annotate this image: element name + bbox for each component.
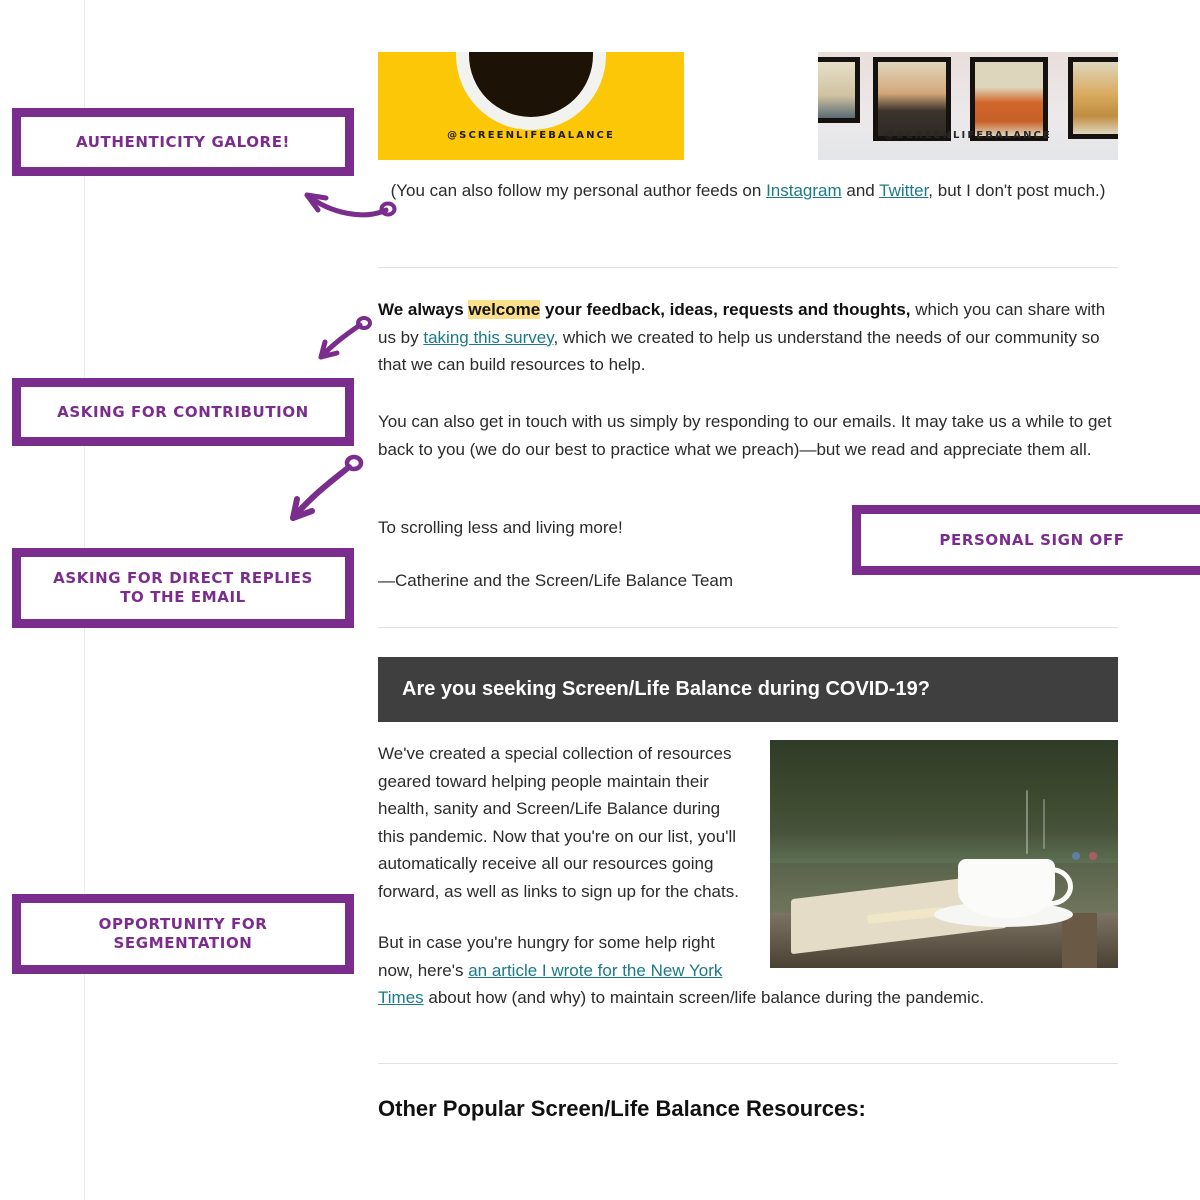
follow-note-paragraph: (You can also follow my personal author … [378,177,1118,205]
arrow-contribution [318,316,372,360]
callout-personal-sign-off: PERSONAL SIGN OFF [852,505,1200,575]
instagram-handle-left: @SCREENLIFEBALANCE [447,130,615,141]
follow-note-text-1: (You can also follow my personal author … [390,181,767,200]
resources-heading: Other Popular Screen/Life Balance Resour… [378,1096,866,1121]
instagram-gallery-image: @SCREENLIFEBALANCE [818,52,1118,160]
picture-frame-2 [873,57,951,141]
picture-frame-3 [970,57,1048,141]
feedback-paragraph: We always welcome your feedback, ideas, … [378,296,1118,379]
twitter-link[interactable]: Twitter [879,181,928,200]
callout-asking-for-contribution: ASKING FOR CONTRIBUTION [12,378,354,446]
callout-asking-for-direct-replies: ASKING FOR DIRECT REPLIES TO THE EMAIL [12,548,354,628]
feedback-bold-2: your feedback, ideas, requests and thoug… [540,300,911,319]
get-in-touch-paragraph: You can also get in touch with us simply… [378,412,1112,459]
social-preview-row: @SCREENLIFEBALANCE @SCREENLIFEBALANCE [378,0,1118,170]
instagram-handle-right: @SCREENLIFEBALANCE [884,130,1052,141]
coffee-lake-photo [770,740,1118,968]
covid-p2-plain-2: about how (and why) to maintain screen/l… [423,988,985,1008]
picture-frame-4 [1068,57,1118,139]
feedback-bold-1: We always [378,300,469,319]
survey-link[interactable]: taking this survey [423,328,553,347]
callout-sign-off-label: PERSONAL SIGN OFF [939,530,1125,549]
coffee-cup-graphic [456,52,606,130]
welcome-highlight: welcome [468,300,541,319]
instagram-link[interactable]: Instagram [766,181,842,200]
follow-note-text-2: and [841,181,880,200]
callout-segmentation-label: OPPORTUNITY FOR SEGMENTATION [98,915,268,952]
arrow-direct-replies [290,454,364,521]
callout-contribution-label: ASKING FOR CONTRIBUTION [57,402,309,421]
instagram-coffee-image: @SCREENLIFEBALANCE [378,52,684,160]
callout-authenticity-galore: AUTHENTICITY GALORE! [12,108,354,176]
covid-section-header: Are you seeking Screen/Life Balance duri… [378,657,1118,722]
covid-content: We've created a special collection of re… [378,740,1118,1032]
callout-authenticity-label: AUTHENTICITY GALORE! [76,132,290,151]
callout-opportunity-for-segmentation: OPPORTUNITY FOR SEGMENTATION [12,894,354,974]
follow-note-text-3: , but I don't post much.) [928,181,1106,200]
callout-direct-replies-label: ASKING FOR DIRECT REPLIES TO THE EMAIL [53,569,313,606]
divider-3 [378,1063,1118,1064]
divider-1 [378,267,1118,268]
divider-2 [378,627,1118,628]
picture-frame-1 [818,57,860,123]
